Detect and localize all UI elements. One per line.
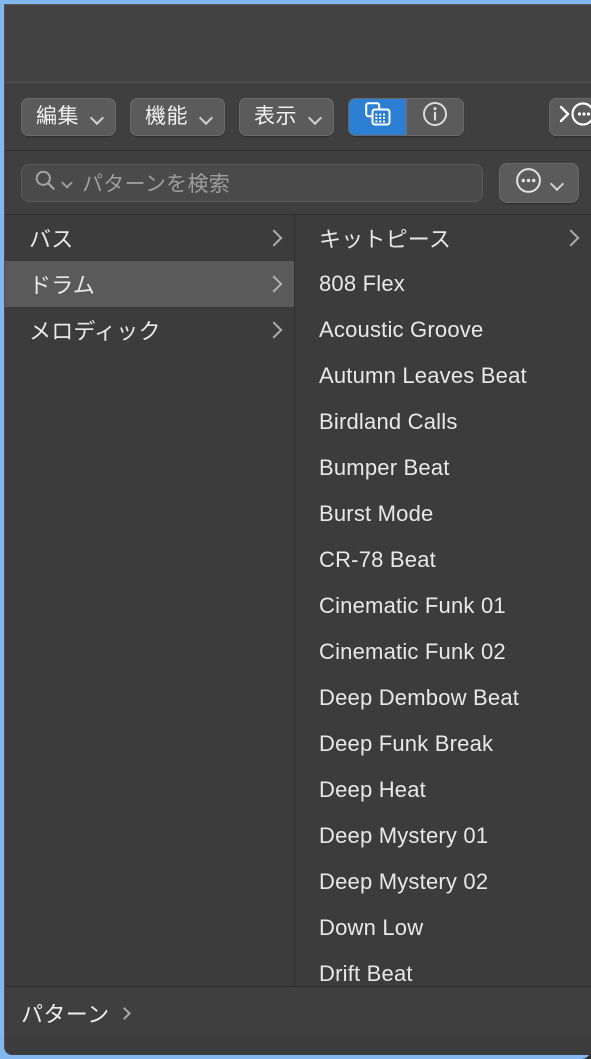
search-toolbar: パターンを検索 bbox=[5, 151, 591, 215]
list-item[interactable]: Cinematic Funk 01 bbox=[295, 583, 591, 629]
browser-columns: バス ドラム メロディック キットピース 808 Flex Acoustic G… bbox=[5, 215, 591, 986]
toolbar-overflow-button[interactable] bbox=[550, 98, 591, 135]
search-input[interactable]: パターンを検索 bbox=[21, 163, 483, 202]
pattern-list-column[interactable]: キットピース 808 Flex Acoustic Groove Autumn L… bbox=[295, 215, 591, 986]
chevron-down-icon bbox=[551, 179, 564, 187]
list-item[interactable]: Acoustic Groove bbox=[295, 307, 591, 353]
grid-stack-icon bbox=[364, 102, 391, 131]
sidebar-item-melodic[interactable]: メロディック bbox=[5, 307, 294, 353]
list-item-label: Deep Funk Break bbox=[319, 731, 494, 756]
list-item[interactable]: Deep Mystery 02 bbox=[295, 859, 591, 905]
sidebar-item-label: メロディック bbox=[29, 319, 161, 344]
list-item-label: Cinematic Funk 02 bbox=[319, 639, 506, 664]
chevron-down-icon bbox=[91, 113, 104, 121]
list-item[interactable]: 808 Flex bbox=[295, 261, 591, 307]
view-mode-segmented-control bbox=[348, 97, 464, 136]
list-item[interactable]: Autumn Leaves Beat bbox=[295, 353, 591, 399]
list-item[interactable]: Deep Funk Break bbox=[295, 721, 591, 767]
browser-window: 編集 機能 表示 パターンを検索 バス ドラム メロディック キットピース 80… bbox=[0, 0, 591, 1059]
ellipsis-circle-icon bbox=[515, 167, 542, 199]
menu-button-functions[interactable]: 機能 bbox=[130, 97, 225, 136]
list-item-label: Birdland Calls bbox=[319, 409, 458, 434]
list-item-label: Autumn Leaves Beat bbox=[319, 363, 527, 388]
list-item-label: Burst Mode bbox=[319, 501, 434, 526]
browser-grid-toggle-button[interactable] bbox=[349, 98, 406, 135]
menu-button-edit[interactable]: 編集 bbox=[21, 97, 116, 136]
browser-info-toggle-button[interactable] bbox=[406, 98, 463, 135]
list-item-label: Down Low bbox=[319, 915, 424, 940]
chevron-down-icon bbox=[200, 113, 213, 121]
list-item[interactable]: キットピース bbox=[295, 215, 591, 261]
list-item-label: キットピース bbox=[319, 227, 452, 252]
list-item-label: Deep Dembow Beat bbox=[319, 685, 520, 710]
breadcrumb[interactable]: パターン bbox=[21, 997, 110, 1029]
menu-button-view[interactable]: 表示 bbox=[239, 97, 334, 136]
list-item[interactable]: Bumper Beat bbox=[295, 445, 591, 491]
list-item-label: Bumper Beat bbox=[319, 455, 450, 480]
category-column: バス ドラム メロディック bbox=[5, 215, 295, 986]
list-item[interactable]: Deep Heat bbox=[295, 767, 591, 813]
sidebar-item-label: ドラム bbox=[29, 273, 95, 298]
sidebar-item-bass[interactable]: バス bbox=[5, 215, 294, 261]
search-scope-chevron-down-icon[interactable] bbox=[62, 179, 73, 186]
list-item[interactable]: Deep Mystery 01 bbox=[295, 813, 591, 859]
sidebar-item-drums[interactable]: ドラム bbox=[5, 261, 294, 307]
menu-button-edit-label: 編集 bbox=[36, 105, 79, 128]
list-item[interactable]: Drift Beat bbox=[295, 951, 591, 986]
list-item-label: Acoustic Groove bbox=[319, 317, 484, 342]
menu-button-functions-label: 機能 bbox=[145, 105, 188, 128]
search-icon[interactable] bbox=[34, 169, 56, 196]
list-item[interactable]: Cinematic Funk 02 bbox=[295, 629, 591, 675]
chevron-right-icon bbox=[563, 228, 577, 248]
chevron-right-icon bbox=[266, 274, 280, 294]
status-bar: パターン bbox=[5, 986, 591, 1038]
list-item-label: Deep Mystery 01 bbox=[319, 823, 489, 848]
list-item-label: CR-78 Beat bbox=[319, 547, 436, 572]
list-item-label: Drift Beat bbox=[319, 961, 413, 986]
toolbar: 編集 機能 表示 bbox=[5, 83, 591, 151]
list-item[interactable]: Birdland Calls bbox=[295, 399, 591, 445]
toolbar-overflow-group bbox=[549, 97, 591, 136]
list-item[interactable]: Deep Dembow Beat bbox=[295, 675, 591, 721]
window-header-strip bbox=[5, 5, 591, 83]
chevron-down-icon bbox=[309, 113, 322, 121]
browser-options-button[interactable] bbox=[499, 162, 579, 203]
list-item-label: Deep Heat bbox=[319, 777, 426, 802]
list-item-label: Cinematic Funk 01 bbox=[319, 593, 506, 618]
search-placeholder: パターンを検索 bbox=[82, 172, 231, 196]
menu-button-view-label: 表示 bbox=[254, 105, 297, 128]
chevron-right-icon bbox=[120, 1006, 129, 1020]
list-item[interactable]: Down Low bbox=[295, 905, 591, 951]
list-item-label: Deep Mystery 02 bbox=[319, 869, 489, 894]
chevron-right-more-icon bbox=[558, 101, 591, 132]
info-circle-icon bbox=[422, 101, 448, 132]
list-item-label: 808 Flex bbox=[319, 271, 405, 296]
window-content: 編集 機能 表示 パターンを検索 バス ドラム メロディック キットピース 80… bbox=[4, 4, 591, 1055]
chevron-right-icon bbox=[266, 320, 280, 340]
sidebar-item-label: バス bbox=[29, 227, 74, 252]
list-item[interactable]: CR-78 Beat bbox=[295, 537, 591, 583]
list-item[interactable]: Burst Mode bbox=[295, 491, 591, 537]
chevron-right-icon bbox=[266, 228, 280, 248]
